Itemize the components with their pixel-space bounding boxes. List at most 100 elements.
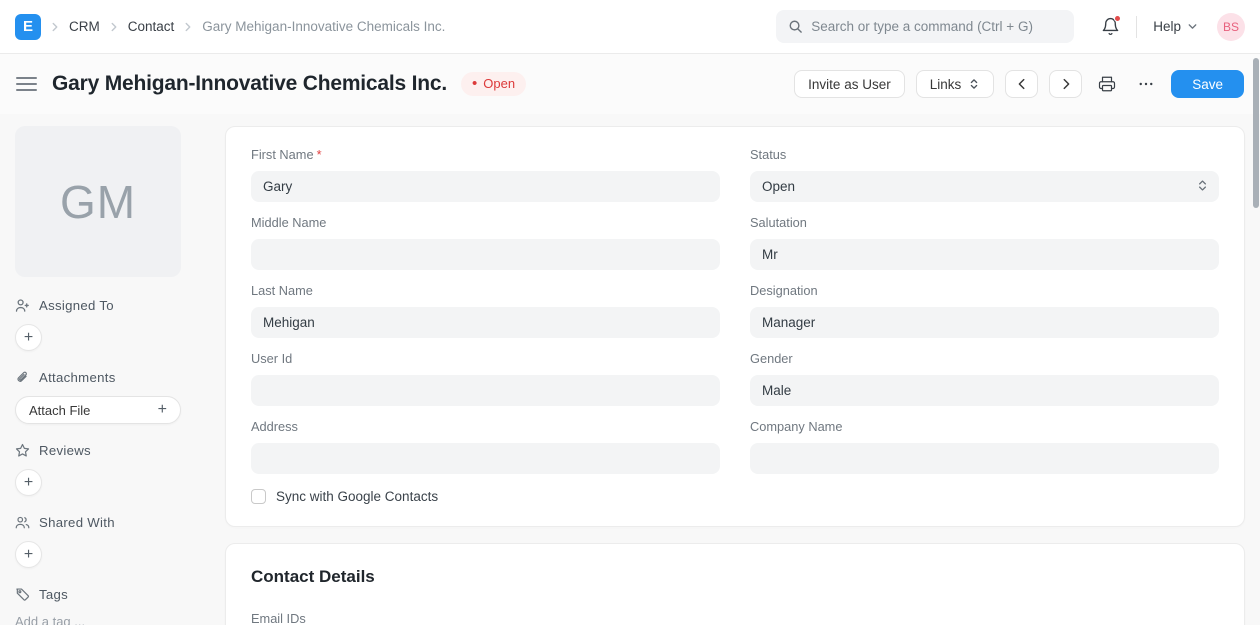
shared-with-label: Shared With bbox=[39, 515, 115, 530]
field-gender: Gender bbox=[750, 351, 1219, 406]
shared-with-section: Shared With bbox=[15, 515, 181, 530]
required-asterisk: * bbox=[317, 147, 322, 162]
form-main: First Name* Status Middle Name bbox=[225, 126, 1245, 625]
chevron-left-icon bbox=[1015, 77, 1029, 91]
company-name-input[interactable] bbox=[750, 443, 1219, 474]
notifications-button[interactable] bbox=[1101, 17, 1120, 36]
previous-record-button[interactable] bbox=[1005, 70, 1038, 98]
navbar-divider bbox=[1136, 16, 1137, 38]
chevron-right-icon bbox=[181, 20, 195, 34]
gender-label: Gender bbox=[750, 351, 793, 366]
status-badge-label: Open bbox=[483, 76, 515, 91]
breadcrumb-crm[interactable]: CRM bbox=[69, 19, 100, 34]
field-user-id: User Id bbox=[251, 351, 720, 406]
header-actions: Invite as User Links Save bbox=[794, 70, 1244, 98]
field-salutation: Salutation bbox=[750, 215, 1219, 270]
field-middle-name: Middle Name bbox=[251, 215, 720, 270]
links-dropdown-button[interactable]: Links bbox=[916, 70, 995, 98]
app-logo[interactable]: E bbox=[15, 14, 41, 40]
salutation-label: Salutation bbox=[750, 215, 807, 230]
next-record-button[interactable] bbox=[1049, 70, 1082, 98]
user-id-label: User Id bbox=[251, 351, 292, 366]
field-status: Status bbox=[750, 147, 1219, 202]
page-title: Gary Mehigan-Innovative Chemicals Inc. bbox=[52, 72, 447, 96]
links-label: Links bbox=[930, 77, 962, 92]
user-plus-icon bbox=[15, 298, 30, 313]
printer-icon bbox=[1098, 75, 1116, 93]
assigned-to-label: Assigned To bbox=[39, 298, 114, 313]
middle-name-input[interactable] bbox=[251, 239, 720, 270]
breadcrumb-current-record: Gary Mehigan-Innovative Chemicals Inc. bbox=[202, 19, 445, 34]
contact-form-card: First Name* Status Middle Name bbox=[225, 126, 1245, 527]
plus-icon: + bbox=[158, 401, 167, 419]
reviews-label: Reviews bbox=[39, 443, 91, 458]
field-last-name: Last Name bbox=[251, 283, 720, 338]
form-sidebar: GM Assigned To + Attachments Attach File… bbox=[15, 126, 181, 625]
tags-label: Tags bbox=[39, 587, 68, 602]
sync-google-contacts-row: Sync with Google Contacts bbox=[251, 489, 1219, 504]
gender-input[interactable] bbox=[750, 375, 1219, 406]
designation-label: Designation bbox=[750, 283, 818, 298]
status-select[interactable] bbox=[750, 171, 1219, 202]
last-name-label: Last Name bbox=[251, 283, 313, 298]
first-name-input[interactable] bbox=[251, 171, 720, 202]
address-input[interactable] bbox=[251, 443, 720, 474]
attach-file-label: Attach File bbox=[29, 403, 90, 418]
sidebar-toggle-icon[interactable] bbox=[16, 77, 37, 91]
tag-icon bbox=[15, 587, 30, 602]
global-search[interactable] bbox=[776, 10, 1074, 43]
sync-google-contacts-label: Sync with Google Contacts bbox=[276, 489, 438, 504]
status-badge: • Open bbox=[461, 72, 526, 96]
contact-details-heading: Contact Details bbox=[251, 567, 1219, 587]
add-review-button[interactable]: + bbox=[15, 469, 42, 496]
first-name-label: First Name bbox=[251, 147, 314, 162]
middle-name-label: Middle Name bbox=[251, 215, 326, 230]
contact-details-card: Contact Details Email IDs No. Email ID I… bbox=[225, 543, 1245, 625]
form-grid: First Name* Status Middle Name bbox=[251, 147, 1219, 474]
status-dot-icon: • bbox=[472, 80, 477, 88]
chevrons-up-down-icon bbox=[968, 78, 980, 90]
breadcrumb-contact[interactable]: Contact bbox=[128, 19, 175, 34]
save-button[interactable]: Save bbox=[1171, 70, 1244, 98]
add-tag-input[interactable]: Add a tag ... bbox=[15, 614, 181, 625]
record-avatar[interactable]: GM bbox=[15, 126, 181, 277]
user-id-input[interactable] bbox=[251, 375, 720, 406]
attachments-section: Attachments bbox=[15, 370, 181, 385]
paperclip-icon bbox=[15, 370, 30, 385]
assigned-to-section: Assigned To bbox=[15, 298, 181, 313]
chevron-right-icon bbox=[107, 20, 121, 34]
salutation-input[interactable] bbox=[750, 239, 1219, 270]
email-ids-label: Email IDs bbox=[251, 611, 1219, 625]
help-label: Help bbox=[1153, 19, 1181, 34]
help-menu[interactable]: Help bbox=[1153, 19, 1199, 34]
chevron-right-icon bbox=[48, 20, 62, 34]
user-avatar[interactable]: BS bbox=[1217, 13, 1245, 41]
company-name-label: Company Name bbox=[750, 419, 842, 434]
field-company-name: Company Name bbox=[750, 419, 1219, 474]
search-icon bbox=[788, 19, 803, 34]
attachments-label: Attachments bbox=[39, 370, 116, 385]
chevron-down-icon bbox=[1186, 20, 1199, 33]
page-content: GM Assigned To + Attachments Attach File… bbox=[0, 114, 1260, 625]
more-options-button[interactable] bbox=[1132, 70, 1160, 98]
print-button[interactable] bbox=[1093, 70, 1121, 98]
designation-input[interactable] bbox=[750, 307, 1219, 338]
status-label: Status bbox=[750, 147, 786, 162]
page-scrollbar[interactable] bbox=[1253, 58, 1259, 208]
top-navbar: E CRM Contact Gary Mehigan-Innovative Ch… bbox=[0, 0, 1260, 54]
users-icon bbox=[15, 515, 30, 530]
add-assignment-button[interactable]: + bbox=[15, 324, 42, 351]
reviews-section: Reviews bbox=[15, 443, 181, 458]
star-icon bbox=[15, 443, 30, 458]
add-share-button[interactable]: + bbox=[15, 541, 42, 568]
search-input[interactable] bbox=[811, 19, 1062, 34]
page-header: Gary Mehigan-Innovative Chemicals Inc. •… bbox=[0, 54, 1260, 114]
field-first-name: First Name* bbox=[251, 147, 720, 202]
tags-section: Tags bbox=[15, 587, 181, 602]
field-address: Address bbox=[251, 419, 720, 474]
sync-google-contacts-checkbox[interactable] bbox=[251, 489, 266, 504]
invite-as-user-button[interactable]: Invite as User bbox=[794, 70, 905, 98]
field-designation: Designation bbox=[750, 283, 1219, 338]
last-name-input[interactable] bbox=[251, 307, 720, 338]
attach-file-button[interactable]: Attach File + bbox=[15, 396, 181, 424]
